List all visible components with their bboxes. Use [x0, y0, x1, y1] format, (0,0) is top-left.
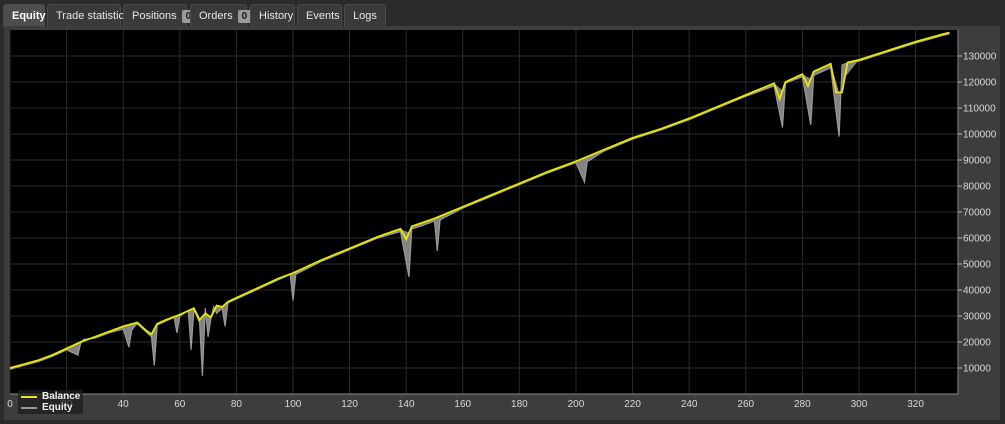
y-tick-label: 90000 [963, 156, 991, 167]
x-tick-label: 300 [851, 399, 868, 410]
y-tick-label: 120000 [963, 78, 997, 89]
y-tick-label: 40000 [963, 286, 991, 297]
tab-history-label: History [259, 10, 294, 22]
x-tick-label: 120 [341, 399, 358, 410]
legend-label-equity: Equity [42, 402, 73, 413]
x-tick-label: 0 [7, 399, 13, 410]
x-tick-label: 240 [681, 399, 698, 410]
legend-item-balance: Balance [21, 391, 80, 402]
y-tick-label: 110000 [963, 104, 996, 115]
y-tick-label: 10000 [963, 364, 991, 375]
x-tick-label: 220 [624, 399, 641, 410]
x-tick-label: 40 [118, 399, 130, 410]
legend-item-equity: Equity [21, 402, 80, 413]
tab-trade-statistics-label: Trade statistics [56, 10, 130, 22]
y-tick-label: 100000 [963, 130, 997, 141]
tab-orders[interactable]: Orders 0 [190, 4, 252, 26]
x-tick-label: 100 [285, 399, 302, 410]
x-tick-label: 260 [737, 399, 754, 410]
y-tick-label: 20000 [963, 338, 991, 349]
tab-trade-statistics[interactable]: Trade statistics [47, 4, 130, 26]
x-tick-label: 320 [907, 399, 924, 410]
x-tick-label: 160 [454, 399, 471, 410]
tab-bar: Equity Trade statistics Positions 0 Order… [0, 0, 1005, 27]
x-tick-label: 180 [511, 399, 528, 410]
x-tick-label: 140 [398, 399, 415, 410]
equity-chart: 0204060801001201401601802002202402602803… [7, 30, 997, 410]
tab-events[interactable]: Events [297, 4, 342, 26]
y-tick-label: 60000 [963, 234, 991, 245]
tab-logs[interactable]: Logs [344, 4, 386, 26]
tab-positions-label: Positions [132, 10, 177, 22]
y-tick-label: 130000 [963, 52, 997, 63]
y-tick-label: 80000 [963, 182, 991, 193]
x-tick-label: 200 [568, 399, 585, 410]
y-tick-label: 50000 [963, 260, 991, 271]
tab-positions[interactable]: Positions 0 [123, 4, 196, 26]
y-tick-label: 70000 [963, 208, 991, 219]
tab-logs-label: Logs [353, 10, 377, 22]
balance-swatch [21, 395, 37, 398]
chart-legend: Balance Equity [18, 390, 84, 414]
tab-equity[interactable]: Equity [3, 4, 46, 27]
tab-events-label: Events [306, 10, 340, 22]
x-tick-label: 80 [231, 399, 243, 410]
legend-label-balance: Balance [42, 391, 81, 402]
equity-swatch [21, 406, 37, 409]
tab-equity-label: Equity [12, 10, 46, 22]
tab-orders-label: Orders [199, 10, 233, 22]
y-tick-label: 30000 [963, 312, 991, 323]
x-tick-label: 280 [794, 399, 811, 410]
x-tick-label: 60 [174, 399, 186, 410]
equity-chart-panel: 0204060801001201401601802002202402602803… [4, 26, 1000, 420]
tab-history[interactable]: History [250, 4, 295, 26]
